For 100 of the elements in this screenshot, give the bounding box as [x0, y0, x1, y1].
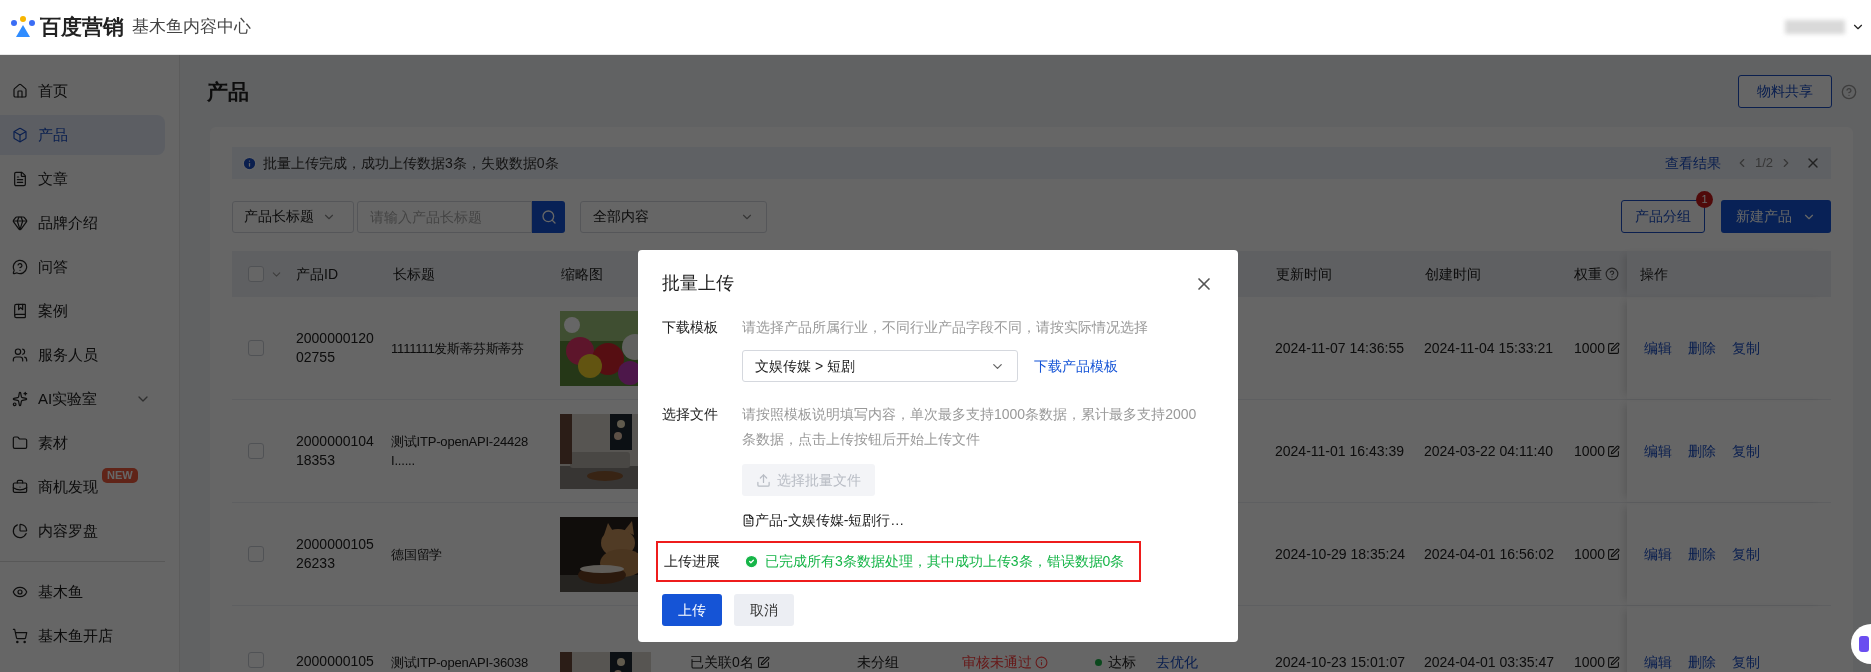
column-header: 产品ID	[296, 264, 338, 284]
column-header: 权重	[1574, 264, 1602, 284]
row-action-link[interactable]: 删除	[1688, 337, 1716, 359]
notice-text: 批量上传完成，成功上传数据3条，失败数据0条	[263, 153, 559, 173]
info-icon[interactable]	[1035, 656, 1048, 669]
group-name: 未分组	[857, 654, 899, 670]
product-id: 2000000104 18353	[296, 432, 374, 470]
row-action-link[interactable]: 编辑	[1644, 543, 1672, 565]
sidebar-item[interactable]: 品牌介绍	[0, 203, 165, 243]
weight-value: 1000	[1574, 653, 1606, 672]
blurred-username	[1785, 20, 1845, 34]
notification-badge: 1	[1696, 191, 1713, 208]
row-action-link[interactable]: 复制	[1732, 337, 1760, 359]
sparkles-icon	[12, 391, 28, 407]
edit-icon[interactable]	[756, 656, 770, 669]
status-text: 达标	[1108, 653, 1136, 672]
field-label: 下载模板	[662, 318, 719, 337]
folder-icon	[12, 435, 28, 451]
row-action-link[interactable]: 编辑	[1644, 440, 1672, 462]
search-button[interactable]	[532, 200, 565, 233]
pie-chart-icon	[12, 523, 28, 539]
brand-name: 百度营销	[40, 14, 124, 41]
field-select[interactable]: 产品长标题	[232, 200, 354, 233]
product-id: 2000000105	[296, 652, 374, 671]
upload-button[interactable]: 上传	[662, 594, 722, 626]
product-name: 基木鱼内容中心	[132, 16, 251, 39]
help-icon[interactable]	[1605, 267, 1619, 281]
row-action-link[interactable]: 编辑	[1644, 652, 1672, 672]
search-icon	[540, 208, 557, 225]
sidebar-item[interactable]: 首页	[0, 71, 165, 111]
scope-select[interactable]: 全部内容	[580, 200, 767, 233]
home-icon	[12, 83, 28, 99]
row-action-link[interactable]: 编辑	[1644, 337, 1672, 359]
document-icon	[12, 171, 28, 187]
sidebar-item[interactable]: 文章	[0, 159, 165, 199]
updated-time: 2024-10-29 18:35:24	[1275, 545, 1405, 562]
created-time: 2024-04-01 16:56:02	[1424, 545, 1554, 562]
column-header: 更新时间	[1276, 264, 1332, 284]
sidebar-item[interactable]: 服务人员	[0, 335, 165, 375]
updated-time: 2024-11-01 16:43:39	[1275, 442, 1404, 459]
download-template-link[interactable]: 下载产品模板	[1034, 355, 1118, 377]
sidebar-item[interactable]: 基木鱼开店	[0, 616, 165, 656]
weight-value: 1000	[1574, 544, 1606, 564]
created-time: 2024-11-04 15:33:21	[1424, 339, 1553, 356]
field-label: 上传进展	[664, 552, 721, 571]
sidebar-item[interactable]: 商机发现 NEW	[0, 467, 165, 507]
product-title: 测试ITP-openAPI-36038	[391, 654, 529, 672]
new-product-button[interactable]: 新建产品	[1721, 200, 1831, 233]
sidebar-item[interactable]: 内容罗盘	[0, 511, 165, 551]
page-title: 产品	[207, 78, 249, 105]
progress-text: 已完成所有3条数据处理，其中成功上传3条，错误数据0条	[765, 552, 1125, 571]
file-icon	[742, 514, 755, 527]
view-results-link[interactable]: 查看结果	[1664, 152, 1721, 174]
industry-select[interactable]: 文娱传媒 > 短剧	[742, 350, 1018, 382]
cart-icon	[12, 628, 28, 644]
sidebar-item[interactable]: 案例	[0, 291, 165, 331]
help-icon[interactable]	[1841, 83, 1857, 100]
row-action-link[interactable]: 复制	[1732, 440, 1760, 462]
weight-value: 1000	[1574, 441, 1606, 461]
file-name: 产品-文娱传媒-短剧行…	[755, 511, 905, 530]
logo-icon	[10, 15, 36, 39]
cube-icon	[12, 127, 28, 143]
gem-icon	[12, 215, 28, 231]
column-header: 创建时间	[1425, 264, 1481, 284]
sidebar-item[interactable]: AI实验室	[0, 379, 165, 419]
weight-value: 1000	[1574, 338, 1606, 358]
column-header: 操作	[1640, 264, 1668, 284]
column-header: 长标题	[393, 264, 435, 284]
sidebar-item[interactable]: 问答	[0, 247, 165, 287]
bookmark-icon	[12, 303, 28, 319]
upload-icon	[756, 472, 771, 488]
optimize-link[interactable]: 去优化	[1156, 652, 1198, 672]
edit-icon[interactable]	[1607, 547, 1621, 561]
edit-icon[interactable]	[1607, 444, 1621, 458]
edit-icon[interactable]	[1607, 341, 1621, 355]
created-time: 2024-04-01 03:35:47	[1424, 654, 1554, 670]
column-header: 缩略图	[561, 264, 603, 284]
product-id: 2000000105 26233	[296, 535, 374, 573]
created-time: 2024-03-22 04:11:40	[1424, 442, 1553, 459]
new-badge: NEW	[102, 468, 138, 483]
sidebar-item[interactable]: 素材	[0, 423, 165, 463]
share-button[interactable]: 物料共享	[1738, 75, 1832, 108]
updated-time: 2024-11-07 14:36:55	[1275, 339, 1404, 356]
row-action-link[interactable]: 删除	[1688, 543, 1716, 565]
edit-icon[interactable]	[1607, 656, 1621, 669]
people-icon	[12, 347, 28, 363]
row-action-link[interactable]: 复制	[1732, 652, 1760, 672]
product-title: 1111111发斯蒂芬斯蒂芬	[391, 339, 525, 358]
dialog-title: 批量上传	[662, 272, 734, 295]
row-action-link[interactable]: 复制	[1732, 543, 1760, 565]
product-title: 德国留学	[391, 545, 443, 564]
row-action-link[interactable]: 删除	[1688, 652, 1716, 672]
row-action-link[interactable]: 删除	[1688, 440, 1716, 462]
linked-count: 已关联0名	[690, 653, 754, 672]
sidebar-item[interactable]: 产品	[0, 115, 165, 155]
question-bubble-icon	[12, 259, 28, 275]
eye-icon	[12, 584, 28, 600]
sidebar-item[interactable]: 基木鱼	[0, 572, 165, 612]
review-status: 审核未通过	[962, 653, 1032, 672]
cancel-button[interactable]: 取消	[734, 594, 794, 626]
